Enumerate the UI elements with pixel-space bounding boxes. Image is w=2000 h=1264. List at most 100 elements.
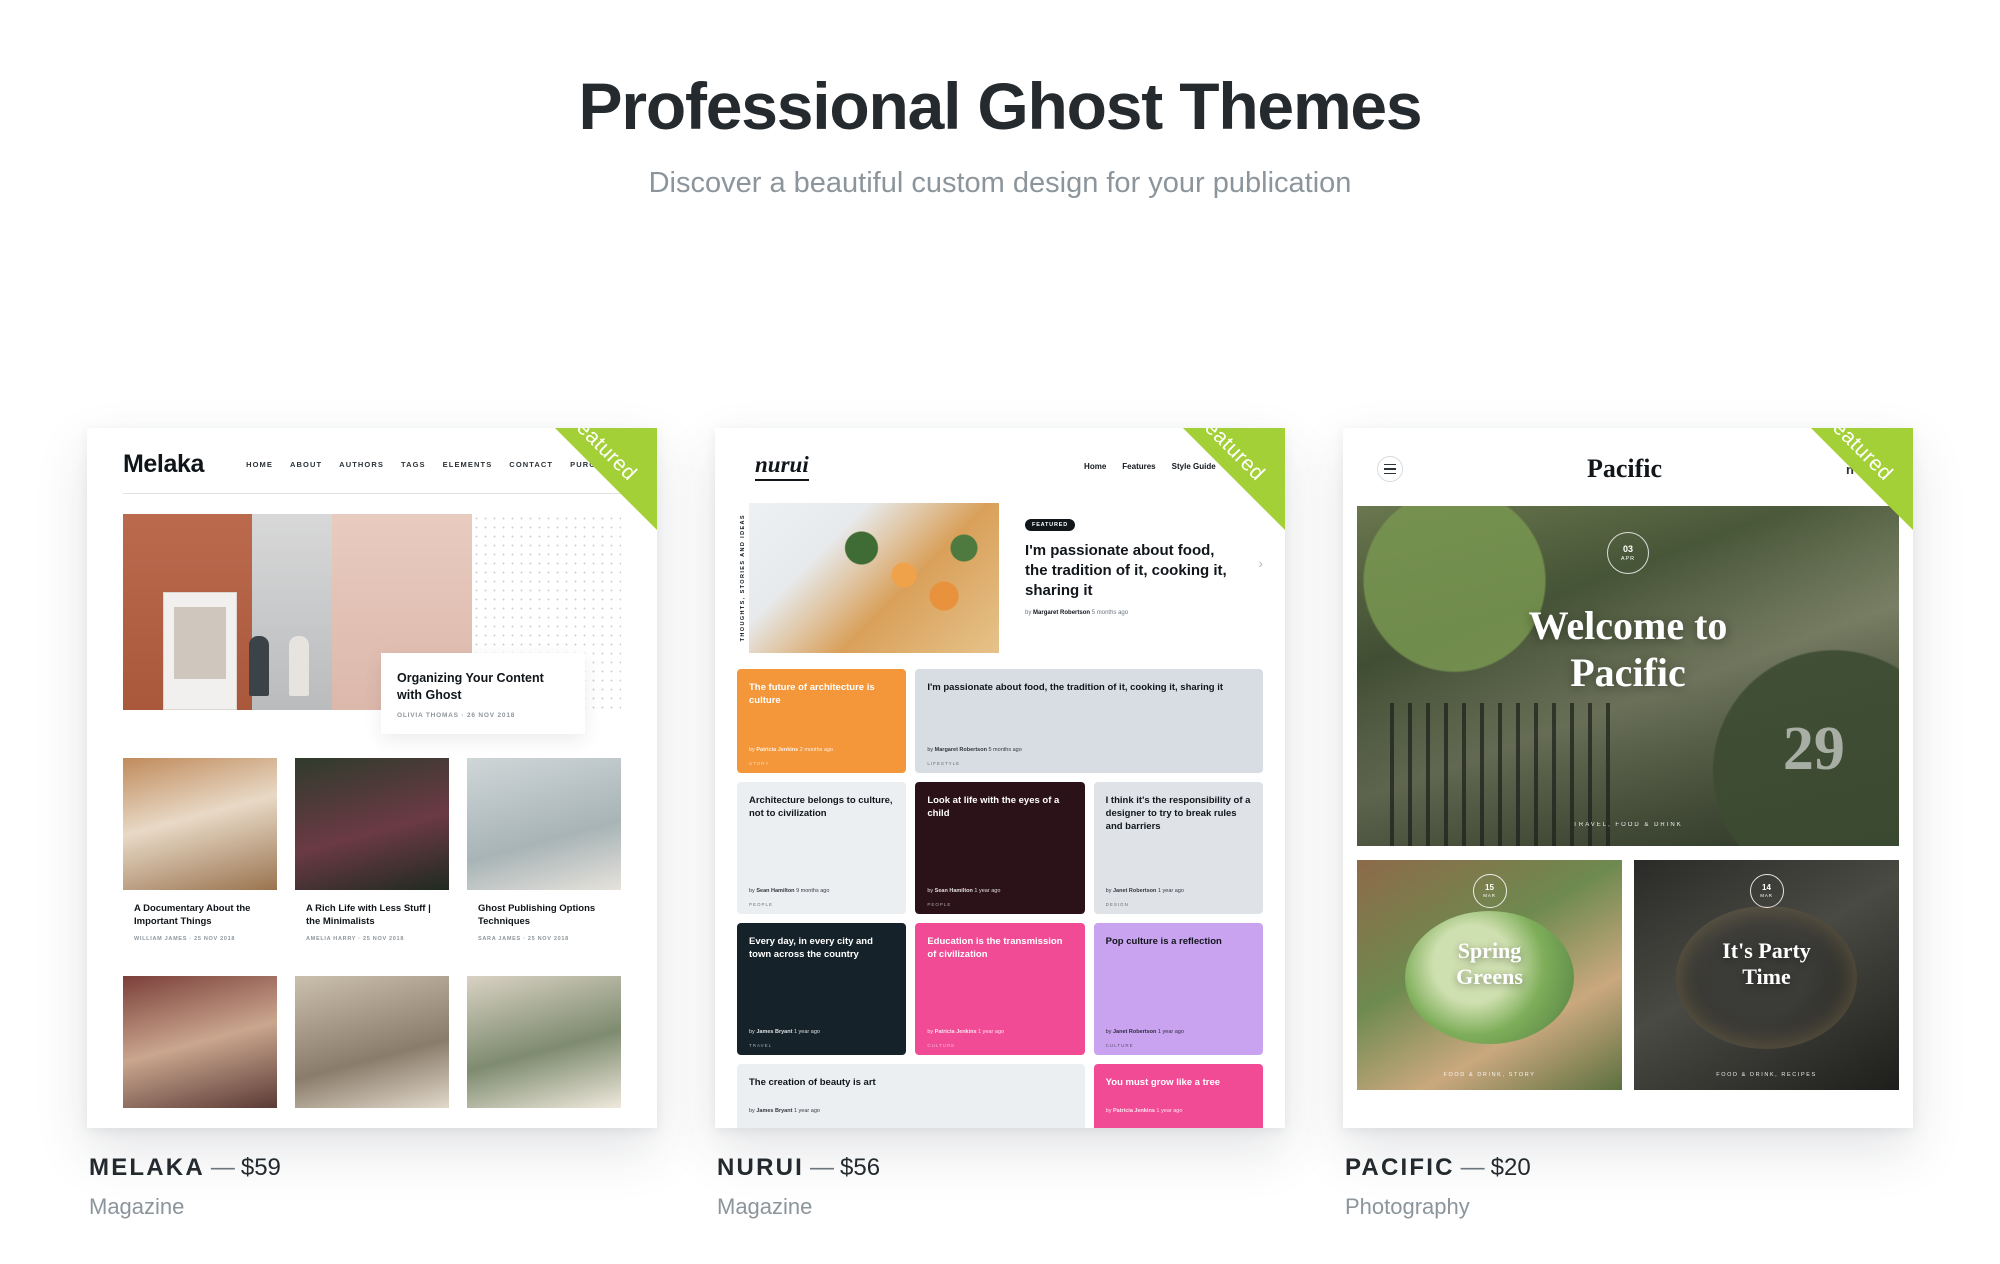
post-byline: by Patricia Jenkins 1 year ago xyxy=(1106,1108,1183,1114)
post-body: A Rich Life with Less Stuff | the Minima… xyxy=(295,890,449,958)
post-thumbnail xyxy=(467,975,621,1108)
theme-category: Magazine xyxy=(717,1194,813,1219)
theme-dash: — xyxy=(810,1154,834,1181)
post-date-month: MAR xyxy=(1483,893,1496,898)
post-item[interactable]: The future of architecture is culture by… xyxy=(737,669,907,773)
nav-item-home[interactable]: HOME xyxy=(246,460,273,469)
nav-item-tags[interactable]: TAGS xyxy=(401,460,426,469)
nav-item-elements[interactable]: ELEMENTS xyxy=(443,460,493,469)
nurui-vertical-tagline: THOUGHTS, STORIES AND IDEAS xyxy=(737,503,749,653)
theme-meta-nurui: NURUI — $56 Magazine xyxy=(715,1128,1285,1220)
post-tags: FOOD & DRINK, RECIPES xyxy=(1716,1072,1817,1078)
post-item[interactable]: The creation of beauty is art by James B… xyxy=(737,1064,1085,1128)
post-byline: by Janet Robertson 1 year ago xyxy=(1106,888,1184,894)
theme-preview-nurui[interactable]: Featured nurui Home Features Style Guide… xyxy=(715,428,1285,1128)
post-item[interactable]: You must grow like a tree by Patricia Je… xyxy=(1093,1064,1263,1128)
post-title: Every day, in every city and town across… xyxy=(749,936,873,960)
page-title: Professional Ghost Themes xyxy=(578,69,1423,143)
post-date-day: 14 xyxy=(1762,883,1771,892)
post-item[interactable]: Ghost Publishing Options Techniques SARA… xyxy=(467,758,621,958)
post-byline: by Margaret Robertson 5 months ago xyxy=(927,747,1021,753)
post-title: You must grow like a tree xyxy=(1105,1077,1221,1088)
hero-title: Welcome to Pacific xyxy=(1357,602,1899,696)
byline-author: Sean Hamilton xyxy=(934,888,973,894)
melaka-divider xyxy=(123,493,621,494)
theme-grid: Featured Melaka HOME ABOUT AUTHORS TAGS … xyxy=(0,428,2000,1220)
byline-time: 2 months ago xyxy=(798,747,834,753)
post-byline: by James Bryant 1 year ago xyxy=(749,1029,820,1035)
byline-time: 1 year ago xyxy=(972,888,1001,894)
melaka-hero-post-card[interactable]: Organizing Your Content with Ghost OLIVI… xyxy=(381,653,585,734)
nurui-logo[interactable]: nurui xyxy=(755,452,809,481)
post-item[interactable] xyxy=(123,975,277,1108)
byline-author: Margaret Robertson xyxy=(934,747,987,753)
post-item[interactable]: A Documentary About the Important Things… xyxy=(123,758,277,958)
nurui-hero-row: THOUGHTS, STORIES AND IDEAS FEATURED I'm… xyxy=(715,503,1285,653)
post-item[interactable]: Architecture belongs to culture, not to … xyxy=(737,782,907,914)
post-item[interactable]: Every day, in every city and town across… xyxy=(737,923,907,1055)
byline-prefix: by xyxy=(927,1029,935,1035)
post-tag: PEOPLE xyxy=(749,902,774,907)
nurui-featured-post[interactable]: FEATURED I'm passionate about food, the … xyxy=(999,503,1263,653)
byline-prefix: by xyxy=(927,747,935,753)
post-item[interactable]: Pop culture is a reflection by Janet Rob… xyxy=(1093,923,1263,1055)
nav-item-contact[interactable]: CONTACT xyxy=(509,460,553,469)
post-date-badge: 14 MAR xyxy=(1749,874,1784,908)
page-header: Professional Ghost Themes Discover a bea… xyxy=(0,0,2000,200)
byline-prefix: by xyxy=(1025,610,1034,617)
nav-item-style-guide[interactable]: Style Guide xyxy=(1172,462,1216,471)
theme-card-melaka[interactable]: Featured Melaka HOME ABOUT AUTHORS TAGS … xyxy=(87,428,657,1220)
melaka-hero: Organizing Your Content with Ghost OLIVI… xyxy=(123,514,621,734)
hero-date-month: APR xyxy=(1620,555,1636,562)
post-item[interactable]: 15 MAR Spring Greens FOOD & DRINK, STORY xyxy=(1357,860,1622,1090)
hero-person-dark xyxy=(249,636,269,696)
theme-name: MELAKA xyxy=(89,1154,205,1181)
hero-tags: TRAVEL, FOOD & DRINK xyxy=(1573,822,1683,828)
post-title: The creation of beauty is art xyxy=(749,1077,876,1088)
post-tag: DESIGN xyxy=(1105,902,1129,907)
post-item[interactable]: I'm passionate about food, the tradition… xyxy=(915,669,1263,773)
hero-house-number: 29 xyxy=(1782,714,1845,783)
post-byline: by James Bryant 1 year ago xyxy=(749,1108,820,1114)
theme-card-nurui[interactable]: Featured nurui Home Features Style Guide… xyxy=(715,428,1285,1220)
post-thumbnail xyxy=(123,975,277,1108)
nav-item-home[interactable]: Home xyxy=(1084,462,1106,471)
hero-person-light xyxy=(289,636,309,696)
byline-time: 1 year ago xyxy=(792,1108,820,1114)
byline-author: James Bryant xyxy=(756,1029,793,1035)
theme-card-pacific[interactable]: Featured Pacific n 29 03 APR Welcome to … xyxy=(1343,428,1913,1220)
nav-item-about[interactable]: ABOUT xyxy=(290,460,322,469)
byline-author: Patricia Jenkins xyxy=(756,747,799,753)
chevron-right-icon[interactable]: › xyxy=(1258,555,1263,571)
melaka-logo[interactable]: Melaka xyxy=(123,450,204,479)
post-item[interactable]: I think it's the responsibility of a des… xyxy=(1093,782,1263,914)
page-subtitle: Discover a beautiful custom design for y… xyxy=(648,166,1352,199)
hamburger-icon[interactable] xyxy=(1377,456,1403,482)
theme-preview-pacific[interactable]: Featured Pacific n 29 03 APR Welcome to … xyxy=(1343,428,1913,1128)
post-item[interactable] xyxy=(295,975,449,1108)
nav-item-authors[interactable]: AUTHORS xyxy=(339,460,384,469)
post-tag: STORY xyxy=(749,761,770,766)
post-date-month: MAR xyxy=(1760,893,1773,898)
post-title: Pop culture is a reflection xyxy=(1105,936,1222,947)
pacific-logo[interactable]: Pacific xyxy=(1403,454,1846,484)
featured-badge: FEATURED xyxy=(1025,519,1075,531)
melaka-post-grid: A Documentary About the Important Things… xyxy=(123,758,621,1108)
post-title: A Rich Life with Less Stuff | the Minima… xyxy=(306,903,431,928)
post-byline: by Janet Robertson 1 year ago xyxy=(1106,1029,1184,1035)
theme-name: NURUI xyxy=(717,1154,804,1181)
post-item[interactable]: Look at life with the eyes of a child by… xyxy=(915,782,1085,914)
post-byline: by Sean Hamilton 1 year ago xyxy=(927,888,1000,894)
post-byline: SARA JAMES · 25 NOV 2018 xyxy=(478,935,569,942)
theme-preview-melaka[interactable]: Featured Melaka HOME ABOUT AUTHORS TAGS … xyxy=(87,428,657,1128)
post-byline: WILLIAM JAMES · 25 NOV 2018 xyxy=(134,935,236,942)
post-item[interactable]: A Rich Life with Less Stuff | the Minima… xyxy=(295,758,449,958)
post-item[interactable]: Education is the transmission of civiliz… xyxy=(915,923,1085,1055)
theme-meta-pacific: PACIFIC — $20 Photography xyxy=(1343,1128,1913,1220)
pacific-hero[interactable]: 29 03 APR Welcome to Pacific TRAVEL, FOO… xyxy=(1357,506,1899,846)
post-item[interactable] xyxy=(467,975,621,1108)
hero-title-line2: Pacific xyxy=(1570,650,1686,696)
post-title: I'm passionate about food, the tradition… xyxy=(927,682,1224,693)
post-item[interactable]: 14 MAR It's Party Time FOOD & DRINK, REC… xyxy=(1634,860,1899,1090)
nav-item-features[interactable]: Features xyxy=(1122,462,1155,471)
